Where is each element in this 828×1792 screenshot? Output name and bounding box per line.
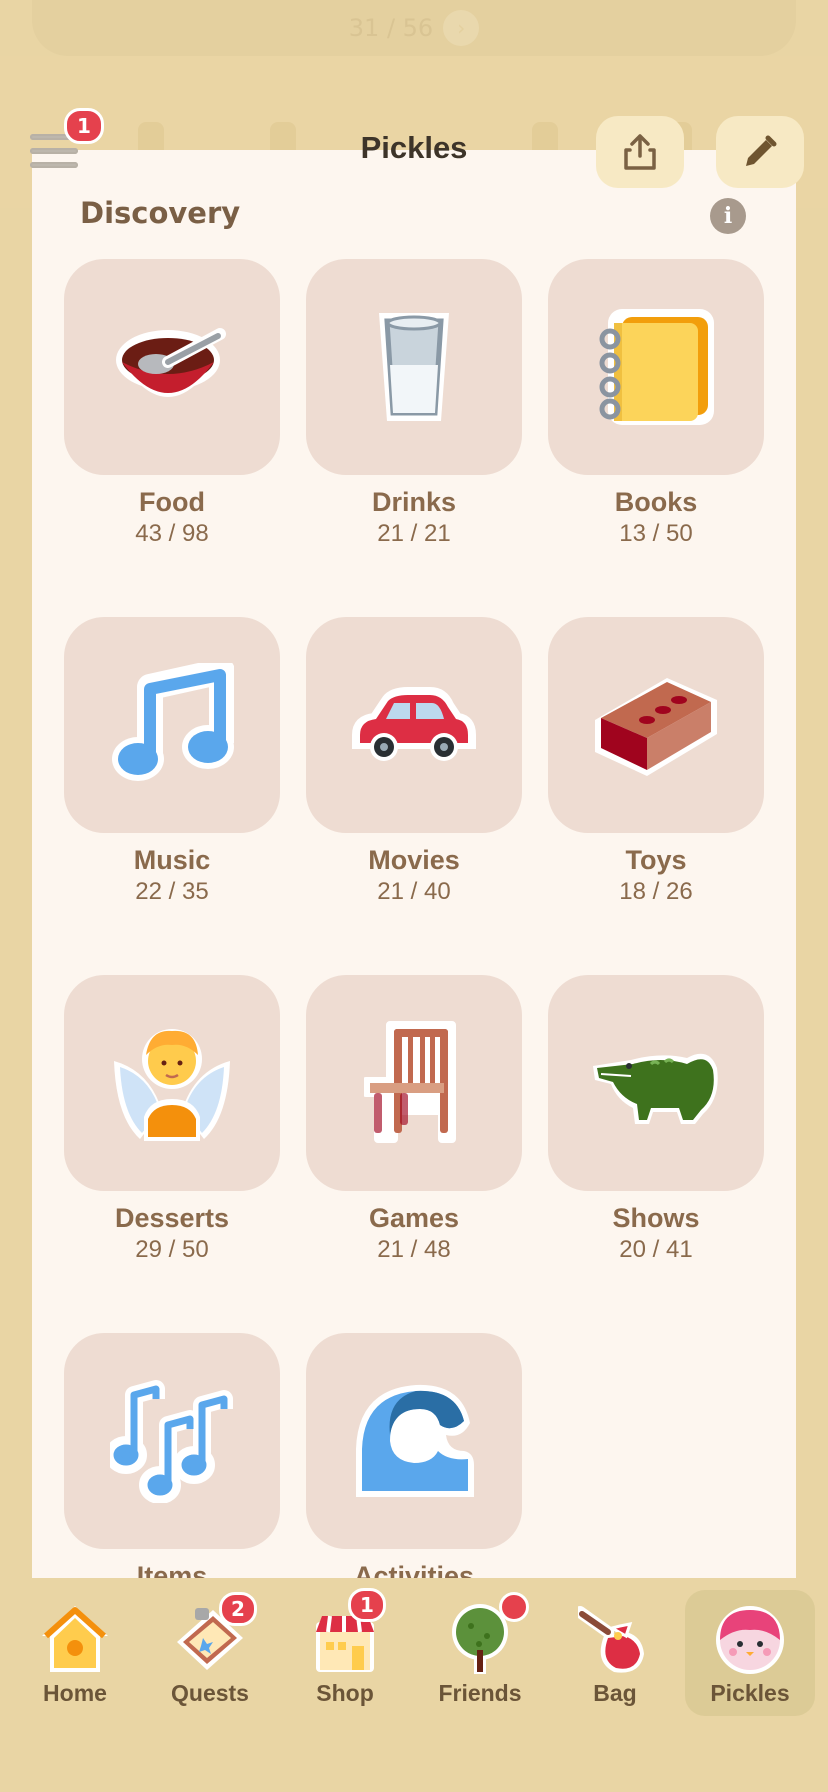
car-icon xyxy=(352,687,476,761)
info-icon[interactable]: i xyxy=(710,198,746,234)
share-icon xyxy=(624,134,656,170)
pencil-icon xyxy=(746,135,777,166)
category-tile xyxy=(548,617,764,833)
nav-label: Shop xyxy=(316,1680,374,1706)
category-count: 21 / 21 xyxy=(377,520,451,547)
category-music[interactable]: Music 22 / 35 xyxy=(64,617,280,927)
category-movies[interactable]: Movies 21 / 40 xyxy=(306,617,522,927)
nav-label: Quests xyxy=(171,1680,249,1706)
nav-bag[interactable]: Bag xyxy=(550,1590,680,1716)
category-tile xyxy=(64,975,280,1191)
musical-note-icon xyxy=(112,663,234,781)
bottom-nav: Home 2 Quests 1 Shop Friends Bag Pickles xyxy=(0,1578,828,1792)
category-count: 29 / 50 xyxy=(135,1236,209,1263)
glass-of-milk-icon xyxy=(379,313,449,421)
category-count: 22 / 35 xyxy=(135,878,209,905)
category-food[interactable]: Food 43 / 98 xyxy=(64,259,280,569)
category-count: 18 / 26 xyxy=(619,878,693,905)
category-name: Desserts xyxy=(114,1203,230,1233)
category-name: Drinks xyxy=(371,487,457,517)
category-tile xyxy=(306,617,522,833)
category-drinks[interactable]: Drinks 21 / 21 xyxy=(306,259,522,569)
category-games[interactable]: Games 21 / 48 xyxy=(306,975,522,1285)
nav-label: Home xyxy=(43,1680,107,1706)
shop-icon: 1 xyxy=(308,1588,386,1676)
category-tile xyxy=(64,259,280,475)
crocodile-icon xyxy=(593,1053,718,1124)
edit-button[interactable] xyxy=(716,116,804,188)
category-tile xyxy=(548,975,764,1191)
category-tile xyxy=(306,975,522,1191)
nav-shop[interactable]: 1 Shop xyxy=(280,1588,410,1716)
category-tile xyxy=(64,1333,280,1549)
category-name: Books xyxy=(614,487,698,517)
section-title: Discovery xyxy=(80,196,241,230)
quest-board-icon: 2 xyxy=(173,1592,257,1676)
page-title: Pickles xyxy=(360,130,468,165)
category-books[interactable]: Books 13 / 50 xyxy=(548,259,764,569)
quests-badge: 2 xyxy=(219,1592,257,1626)
category-name: Movies xyxy=(368,845,460,875)
nav-pickles[interactable]: Pickles xyxy=(685,1590,815,1716)
nav-label: Bag xyxy=(593,1680,637,1706)
category-shows[interactable]: Shows 20 / 41 xyxy=(548,975,764,1285)
category-name: Games xyxy=(368,1203,460,1233)
category-tile xyxy=(64,617,280,833)
faded-progress-card: 31 / 56 › xyxy=(32,0,796,56)
category-name: Shows xyxy=(612,1203,700,1233)
progress-text: 31 / 56 xyxy=(348,14,434,42)
chair-icon xyxy=(364,1021,456,1143)
brick-icon xyxy=(595,678,717,776)
category-desserts[interactable]: Desserts 29 / 50 xyxy=(64,975,280,1285)
house-icon xyxy=(38,1602,112,1676)
friends-notification-dot xyxy=(499,1592,529,1622)
category-count: 43 / 98 xyxy=(135,520,209,547)
category-count: 13 / 50 xyxy=(619,520,693,547)
nav-quests[interactable]: 2 Quests xyxy=(145,1590,275,1716)
bowl-icon xyxy=(116,328,226,397)
pickle-face-icon xyxy=(713,1602,787,1676)
category-tile xyxy=(548,259,764,475)
category-toys[interactable]: Toys 18 / 26 xyxy=(548,617,764,927)
category-count: 20 / 41 xyxy=(619,1236,693,1263)
notebook-icon xyxy=(599,309,714,425)
nav-label: Friends xyxy=(438,1680,522,1706)
category-name: Toys xyxy=(625,845,687,875)
category-count: 21 / 48 xyxy=(377,1236,451,1263)
category-tile xyxy=(306,259,522,475)
chevron-right-icon: › xyxy=(443,10,480,46)
nav-friends[interactable]: Friends xyxy=(415,1590,545,1716)
fairy-icon xyxy=(114,1029,230,1141)
shop-badge: 1 xyxy=(348,1588,386,1622)
musical-notes-icon xyxy=(110,1380,233,1503)
category-count: 21 / 40 xyxy=(377,878,451,905)
category-name: Music xyxy=(133,845,211,875)
nav-label: Pickles xyxy=(710,1680,790,1706)
category-tile xyxy=(306,1333,522,1549)
bag-icon xyxy=(574,1602,652,1676)
wave-icon xyxy=(356,1384,474,1497)
tree-icon xyxy=(443,1592,529,1676)
share-button[interactable] xyxy=(596,116,684,188)
category-name: Food xyxy=(139,487,205,517)
nav-home[interactable]: Home xyxy=(10,1590,140,1716)
